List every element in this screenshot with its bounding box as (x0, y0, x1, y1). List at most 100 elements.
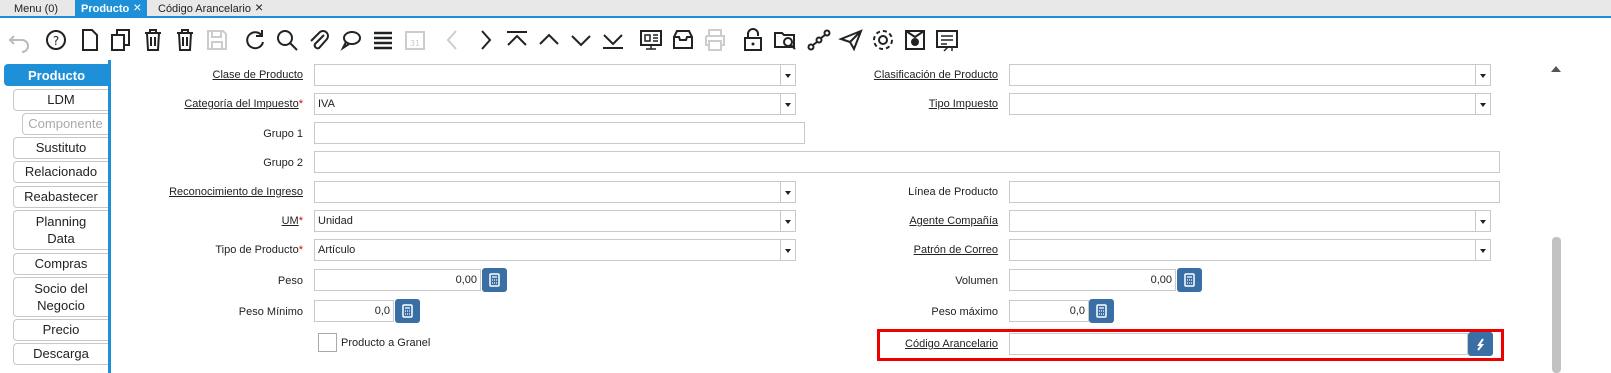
workflow-icon[interactable] (806, 27, 832, 53)
nav-item-compras[interactable]: Compras (13, 253, 108, 275)
next-icon[interactable] (472, 27, 498, 53)
detail-record-icon[interactable] (568, 27, 594, 53)
reconocimiento-ingreso-field[interactable] (314, 181, 781, 203)
patron-correo-dropdown-icon[interactable] (1475, 239, 1491, 261)
required-mark: * (298, 244, 303, 256)
archive-icon[interactable] (670, 27, 696, 53)
nav-item-label: Componente (28, 116, 103, 131)
toolbar: ? 31 (0, 20, 1611, 60)
linea-producto-field[interactable] (1009, 181, 1500, 203)
close-icon[interactable]: × (255, 0, 263, 14)
tab-codigo-arancelario[interactable]: Código Arancelario × (152, 0, 269, 18)
calendar-icon[interactable]: 31 (402, 27, 428, 53)
peso-maximo-field[interactable]: 0,0 (1009, 300, 1089, 322)
nav-item-relacionado[interactable]: Relacionado (13, 161, 108, 183)
nav-item-label: Relacionado (24, 164, 98, 179)
agente-compania-field[interactable] (1009, 210, 1476, 232)
nav-item-label: Socio del Negocio (34, 281, 88, 313)
agente-compania-dropdown-icon[interactable] (1475, 210, 1491, 232)
calculator-icon[interactable] (482, 268, 507, 292)
categoria-impuesto-dropdown-icon[interactable] (780, 93, 796, 115)
tipo-impuesto-dropdown-icon[interactable] (1475, 93, 1491, 115)
nav-item-ldm[interactable]: LDM (13, 89, 108, 111)
required-mark: * (298, 98, 303, 110)
nav-item-label: Compras (34, 256, 88, 271)
export-icon[interactable] (934, 27, 960, 53)
tipo-producto-label: Tipo de Producto* (215, 244, 303, 256)
peso-minimo-label: Peso Mínimo (238, 306, 303, 318)
patron-correo-label: Patrón de Correo (913, 244, 998, 256)
help-icon[interactable]: ? (43, 27, 69, 53)
refresh-icon[interactable] (242, 27, 268, 53)
report-icon[interactable] (638, 27, 664, 53)
reconocimiento-ingreso-dropdown-icon[interactable] (780, 181, 796, 203)
chat-icon[interactable] (338, 27, 364, 53)
tab-list-divider (108, 60, 111, 373)
grid-toggle-icon[interactable] (370, 27, 396, 53)
nav-item-precio[interactable]: Precio (13, 319, 108, 341)
tipo-impuesto-field[interactable] (1009, 93, 1476, 115)
last-record-icon[interactable] (600, 27, 626, 53)
svg-text:?: ? (53, 34, 59, 48)
copy-record-icon[interactable] (108, 27, 134, 53)
calculator-icon[interactable] (1177, 268, 1202, 292)
highlight-box (877, 329, 1504, 361)
peso-field[interactable]: 0,00 (314, 269, 481, 291)
producto-granel-checkbox[interactable] (318, 333, 337, 352)
close-icon[interactable]: × (133, 0, 141, 14)
lock-icon[interactable] (740, 27, 766, 53)
scroll-up-icon[interactable] (1551, 66, 1561, 72)
nav-item-descarga[interactable]: Descarga (13, 343, 108, 365)
grupo1-field[interactable] (314, 122, 805, 144)
undo-icon[interactable] (6, 27, 32, 53)
nav-item-producto[interactable]: Producto (4, 64, 108, 86)
zoom-across-icon[interactable] (772, 27, 798, 53)
volumen-field[interactable]: 0,00 (1009, 269, 1176, 291)
agente-compania-label: Agente Compañía (909, 215, 998, 227)
delete-selection-icon[interactable] (172, 27, 198, 53)
calculator-icon[interactable] (395, 299, 420, 323)
find-icon[interactable] (274, 27, 300, 53)
nav-item-socio-negocio[interactable]: Socio del Negocio (13, 277, 108, 317)
categoria-impuesto-label-text: Categoría del Impuesto (184, 98, 299, 110)
new-record-icon[interactable] (77, 27, 103, 53)
clase-producto-field[interactable] (314, 64, 781, 86)
clasificacion-producto-field[interactable] (1009, 64, 1476, 86)
save-icon[interactable] (204, 27, 230, 53)
clase-producto-label: Clase de Producto (212, 69, 304, 81)
tab-producto[interactable]: Producto × (75, 0, 148, 18)
producto-granel-label: Producto a Granel (341, 337, 431, 349)
print-icon[interactable] (702, 27, 728, 53)
categoria-impuesto-field[interactable]: IVA (314, 93, 781, 115)
delete-icon[interactable] (140, 27, 166, 53)
svg-text:31: 31 (410, 39, 420, 48)
patron-correo-field[interactable] (1009, 239, 1476, 261)
um-field[interactable]: Unidad (314, 210, 781, 232)
product-info-icon[interactable] (902, 27, 928, 53)
calculator-icon[interactable] (1089, 299, 1114, 323)
request-icon[interactable] (838, 27, 864, 53)
grupo2-field[interactable] (314, 151, 1500, 173)
tipo-producto-field[interactable]: Artículo (314, 239, 781, 261)
nav-item-label: Sustituto (35, 140, 87, 155)
clase-producto-dropdown-icon[interactable] (780, 64, 796, 86)
tab-codigo-arancelario-label: Código Arancelario (158, 3, 251, 15)
peso-minimo-field[interactable]: 0,0 (314, 300, 394, 322)
tab-menu-label: Menu (0) (14, 3, 59, 15)
nav-item-componente[interactable]: Componente (22, 113, 108, 135)
categoria-impuesto-label: Categoría del Impuesto* (184, 98, 303, 110)
clasificacion-producto-dropdown-icon[interactable] (1475, 64, 1491, 86)
parent-record-icon[interactable] (536, 27, 562, 53)
tipo-producto-dropdown-icon[interactable] (780, 239, 796, 261)
tab-menu[interactable]: Menu (0) (8, 0, 64, 18)
peso-maximo-label: Peso máximo (931, 306, 998, 318)
um-dropdown-icon[interactable] (780, 210, 796, 232)
nav-item-reabastecer[interactable]: Reabastecer (13, 186, 108, 208)
scrollbar-thumb[interactable] (1552, 237, 1561, 373)
process-icon[interactable] (870, 27, 896, 53)
nav-item-sustituto[interactable]: Sustituto (13, 137, 108, 159)
nav-item-planning-data[interactable]: Planning Data (13, 210, 108, 250)
first-record-icon[interactable] (504, 27, 530, 53)
attachment-icon[interactable] (306, 27, 332, 53)
previous-icon[interactable] (440, 27, 466, 53)
